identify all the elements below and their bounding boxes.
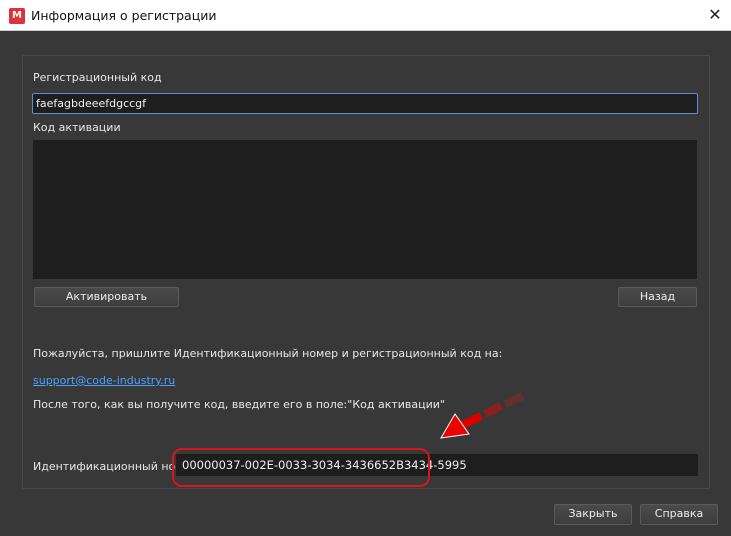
reg-code-input[interactable]: faefagbdeeefdgccgf xyxy=(32,93,698,114)
window-title: Информация о регистрации xyxy=(31,8,217,23)
reg-code-label: Регистрационный код xyxy=(33,71,162,84)
help-button[interactable]: Справка xyxy=(640,504,718,525)
id-highlight-outline xyxy=(172,448,430,487)
app-logo-icon: M xyxy=(9,8,25,24)
activate-button[interactable]: Активировать xyxy=(34,287,179,307)
support-email-link[interactable]: support@code-industry.ru xyxy=(33,374,175,387)
back-button[interactable]: Назад xyxy=(618,287,697,307)
activation-code-label: Код активации xyxy=(33,121,121,134)
red-arrow-icon xyxy=(440,392,525,439)
instructions-text: Пожалуйста, пришлите Идентификационный н… xyxy=(33,347,503,360)
close-button[interactable]: Закрыть xyxy=(554,504,632,525)
title-bar: M Информация о регистрации ✕ xyxy=(0,0,731,31)
activation-code-textarea[interactable] xyxy=(33,140,697,279)
close-icon[interactable]: ✕ xyxy=(699,0,731,31)
after-text: После того, как вы получите код, введите… xyxy=(33,398,445,411)
